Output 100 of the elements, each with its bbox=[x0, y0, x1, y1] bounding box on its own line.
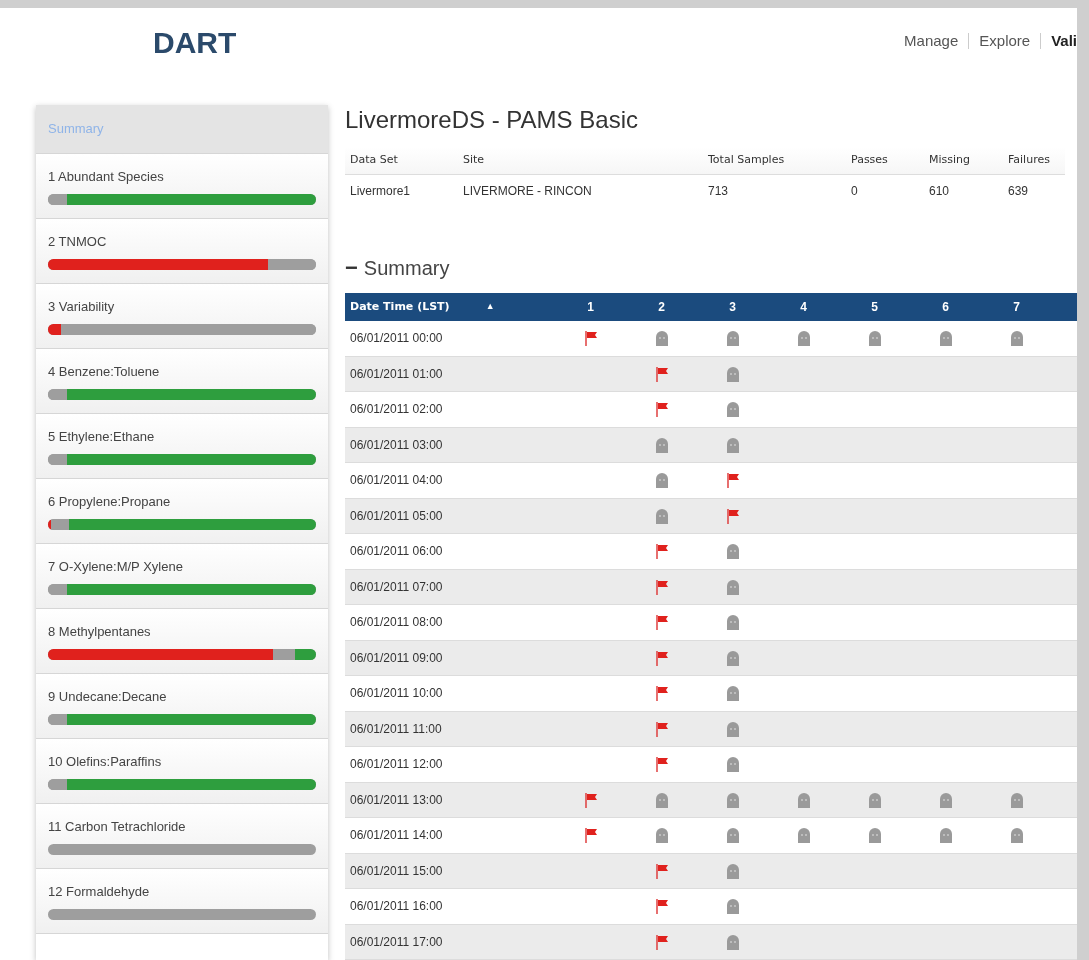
tombstone-icon bbox=[654, 507, 669, 524]
tombstone-icon bbox=[938, 791, 953, 808]
tombstone-icon bbox=[1009, 827, 1024, 844]
tombstone-icon bbox=[725, 330, 740, 347]
tombstone-icon bbox=[796, 827, 811, 844]
date-time-cell-text: 06/01/2011 00:00 bbox=[349, 330, 444, 348]
column-header[interactable]: 1 bbox=[587, 298, 594, 316]
date-time-cell-text: 06/01/2011 02:00 bbox=[349, 401, 444, 419]
sidebar-item[interactable]: 8 Methylpentanes bbox=[36, 609, 328, 674]
nav-link[interactable]: Manage bbox=[904, 30, 959, 53]
tombstone-icon bbox=[867, 330, 882, 347]
sidebar-item-label: 4 Benzene:Toluene bbox=[48, 362, 161, 381]
column-header: Passes bbox=[850, 152, 889, 169]
page-title: LivermoreDS - PAMS Basic bbox=[345, 105, 639, 135]
table-cell-text: Livermore1 bbox=[349, 183, 412, 200]
flag-icon bbox=[654, 365, 669, 382]
sidebar-item-label: 5 Ethylene:Ethane bbox=[48, 427, 156, 446]
sidebar-item[interactable]: 11 Carbon Tetrachloride bbox=[36, 804, 328, 869]
date-time-cell-text: 06/01/2011 17:00 bbox=[349, 933, 444, 951]
flag-icon bbox=[654, 685, 669, 702]
table-cell-text: 0 bbox=[850, 183, 859, 200]
sidebar-item-label: 6 Propylene:Propane bbox=[48, 492, 172, 511]
column-header: Total Samples bbox=[707, 152, 786, 169]
date-time-cell-text: 06/01/2011 12:00 bbox=[349, 756, 444, 774]
tombstone-icon bbox=[725, 649, 740, 666]
tombstone-icon bbox=[725, 756, 740, 773]
tombstone-icon bbox=[654, 436, 669, 453]
tombstone-icon bbox=[725, 436, 740, 453]
nav-link[interactable]: Vali bbox=[1051, 30, 1077, 53]
flag-icon bbox=[583, 827, 598, 844]
sidebar-item[interactable]: 12 Formaldehyde bbox=[36, 869, 328, 934]
sidebar-item[interactable]: 5 Ethylene:Ethane bbox=[36, 414, 328, 479]
nav-link[interactable]: Explore bbox=[979, 30, 1031, 53]
date-time-cell-text: 06/01/2011 07:00 bbox=[349, 578, 444, 596]
tombstone-icon bbox=[1009, 330, 1024, 347]
flag-icon bbox=[654, 543, 669, 560]
tombstone-icon bbox=[725, 720, 740, 737]
column-header: Site bbox=[462, 152, 486, 169]
flag-icon bbox=[654, 649, 669, 666]
flag-icon bbox=[654, 756, 669, 773]
logo-text: DART bbox=[153, 25, 237, 61]
sort-indicator[interactable]: ▲ bbox=[485, 300, 495, 314]
sidebar-item-label: 11 Carbon Tetrachloride bbox=[48, 817, 187, 836]
tombstone-icon bbox=[725, 933, 740, 950]
flag-icon bbox=[654, 933, 669, 950]
tombstone-icon bbox=[725, 791, 740, 808]
tombstone-icon bbox=[654, 791, 669, 808]
column-header[interactable]: 3 bbox=[729, 298, 736, 316]
tombstone-icon bbox=[796, 791, 811, 808]
date-time-cell-text: 06/01/2011 15:00 bbox=[349, 862, 444, 880]
sidebar-item[interactable]: 4 Benzene:Toluene bbox=[36, 349, 328, 414]
sidebar-item[interactable]: 7 O-Xylene:M/P Xylene bbox=[36, 544, 328, 609]
sidebar-item[interactable]: 3 Variability bbox=[36, 284, 328, 349]
tombstone-icon bbox=[654, 472, 669, 489]
tombstone-icon bbox=[725, 898, 740, 915]
sidebar-item-label: 9 Undecane:Decane bbox=[48, 687, 168, 706]
sidebar-item-label: Summary bbox=[48, 120, 105, 139]
sidebar-item[interactable]: 2 TNMOC bbox=[36, 219, 328, 284]
column-header[interactable]: 4 bbox=[800, 298, 807, 316]
date-time-cell-text: 06/01/2011 16:00 bbox=[349, 898, 444, 916]
date-time-cell-text: 06/01/2011 14:00 bbox=[349, 827, 444, 845]
sidebar-item-label: 10 Olefins:Paraffins bbox=[48, 752, 163, 771]
sidebar-item-label: 8 Methylpentanes bbox=[48, 622, 152, 641]
column-header[interactable]: 5 bbox=[871, 298, 878, 316]
table-cell-text: 713 bbox=[707, 183, 730, 200]
flag-icon bbox=[654, 401, 669, 418]
date-time-cell-text: 06/01/2011 08:00 bbox=[349, 614, 444, 632]
date-time-cell-text: 06/01/2011 13:00 bbox=[349, 791, 444, 809]
date-time-cell-text: 06/01/2011 10:00 bbox=[349, 685, 444, 703]
date-time-cell-text: 06/01/2011 04:00 bbox=[349, 472, 444, 490]
column-header[interactable]: 6 bbox=[942, 298, 949, 316]
sidebar-item[interactable]: 6 Propylene:Propane bbox=[36, 479, 328, 544]
flag-icon bbox=[654, 578, 669, 595]
flag-icon bbox=[654, 614, 669, 631]
tombstone-icon bbox=[1009, 791, 1024, 808]
flag-icon bbox=[654, 862, 669, 879]
column-header[interactable]: Date Time (LST) bbox=[350, 298, 450, 316]
date-time-cell-text: 06/01/2011 06:00 bbox=[349, 543, 444, 561]
sidebar-item[interactable]: 9 Undecane:Decane bbox=[36, 674, 328, 739]
flag-icon bbox=[654, 898, 669, 915]
table-cell-text: LIVERMORE - RINCON bbox=[462, 183, 593, 200]
tombstone-icon bbox=[796, 330, 811, 347]
section-title: Summary bbox=[363, 256, 450, 281]
column-header: Data Set bbox=[349, 152, 399, 169]
sidebar-item[interactable]: 10 Olefins:Paraffins bbox=[36, 739, 328, 804]
flag-icon bbox=[725, 507, 740, 524]
sidebar-item-label: 7 O-Xylene:M/P Xylene bbox=[48, 557, 184, 576]
tombstone-icon bbox=[725, 827, 740, 844]
collapse-toggle[interactable]: − bbox=[345, 258, 358, 278]
date-time-cell-text: 06/01/2011 01:00 bbox=[349, 365, 444, 383]
date-time-cell-text: 06/01/2011 11:00 bbox=[349, 720, 443, 738]
tombstone-icon bbox=[725, 614, 740, 631]
tombstone-icon bbox=[867, 791, 882, 808]
sidebar-item-label: 3 Variability bbox=[48, 297, 116, 316]
sidebar-item-label: 12 Formaldehyde bbox=[48, 882, 151, 901]
column-header[interactable]: 7 bbox=[1013, 298, 1020, 316]
tombstone-icon bbox=[725, 862, 740, 879]
column-header[interactable]: 2 bbox=[658, 298, 665, 316]
sidebar-item[interactable]: 1 Abundant Species bbox=[36, 154, 328, 219]
sidebar-item-label: 1 Abundant Species bbox=[48, 167, 165, 186]
